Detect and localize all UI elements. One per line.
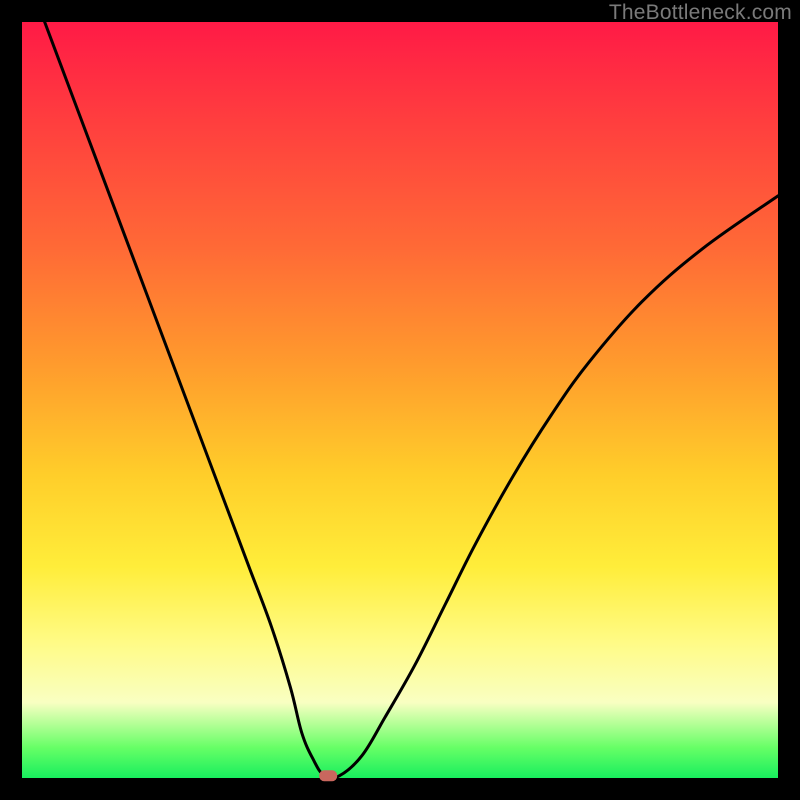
plot-area bbox=[22, 22, 778, 778]
watermark-text: TheBottleneck.com bbox=[609, 1, 792, 25]
bottleneck-curve bbox=[22, 22, 778, 778]
optimum-marker bbox=[319, 770, 337, 781]
outer-frame: TheBottleneck.com bbox=[0, 0, 800, 800]
